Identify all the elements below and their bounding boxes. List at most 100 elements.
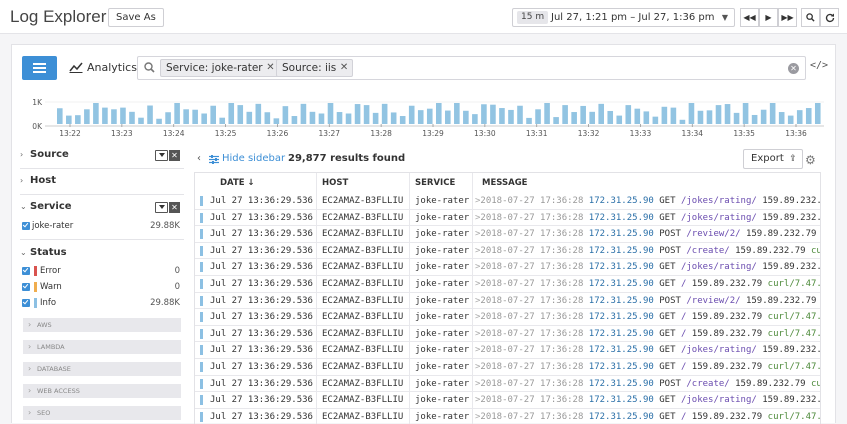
- histogram-bar[interactable]: [390, 112, 397, 124]
- histogram-bar[interactable]: [147, 105, 153, 124]
- histogram-bar[interactable]: [571, 112, 577, 124]
- histogram-bar[interactable]: [264, 112, 271, 124]
- fast-forward-button[interactable]: ▶▶: [778, 8, 797, 27]
- histogram-bar[interactable]: [291, 116, 298, 124]
- histogram-bar[interactable]: [760, 109, 767, 124]
- histogram-bar[interactable]: [129, 111, 135, 124]
- table-row[interactable]: Jul 27 13:36:29.536 EC2AMAZ-B3FLLIU joke-r…: [195, 409, 820, 424]
- table-row[interactable]: Jul 27 13:36:29.536 EC2AMAZ-B3FLLIU joke-r…: [195, 193, 820, 210]
- histogram-bar[interactable]: [535, 109, 541, 124]
- close-icon[interactable]: ✕: [340, 60, 348, 76]
- histogram-bar[interactable]: [490, 104, 496, 124]
- histogram-bar[interactable]: [706, 110, 713, 124]
- checkbox[interactable]: [22, 299, 30, 307]
- facet-value-joke-rater[interactable]: joke-rater 29.88K: [20, 219, 184, 233]
- histogram-bar[interactable]: [156, 118, 162, 124]
- histogram-bar[interactable]: [381, 103, 388, 124]
- checkbox[interactable]: [22, 283, 30, 291]
- facet-value-info[interactable]: Info 29.88K: [20, 296, 184, 310]
- histogram-bar[interactable]: [643, 111, 650, 124]
- histogram-bar[interactable]: [408, 105, 415, 124]
- histogram-bar[interactable]: [796, 110, 803, 124]
- histogram-bar[interactable]: [472, 114, 478, 124]
- histogram-bar[interactable]: [517, 105, 523, 124]
- table-row[interactable]: Jul 27 13:36:29.536 EC2AMAZ-B3FLLIU joke-r…: [195, 276, 820, 293]
- export-button[interactable]: Export ⇪: [743, 149, 803, 169]
- histogram-bar[interactable]: [481, 104, 487, 124]
- table-row[interactable]: Jul 27 13:36:29.536 EC2AMAZ-B3FLLIU joke-r…: [195, 376, 820, 393]
- analytics-button[interactable]: Analytics: [67, 56, 137, 80]
- histogram-bar[interactable]: [652, 116, 659, 124]
- list-view-button[interactable]: [22, 56, 57, 80]
- histogram-bar[interactable]: [616, 115, 623, 124]
- rewind-button[interactable]: ◀◀: [740, 8, 759, 27]
- histogram-bar[interactable]: [607, 110, 614, 124]
- histogram-bar[interactable]: [625, 105, 632, 124]
- zoom-out-button[interactable]: [801, 8, 820, 27]
- histogram-bar[interactable]: [282, 106, 289, 124]
- clear-search-icon[interactable]: ✕: [788, 63, 799, 74]
- histogram-bar[interactable]: [814, 103, 821, 124]
- histogram-bar[interactable]: [75, 115, 81, 124]
- histogram-bar[interactable]: [255, 103, 262, 124]
- histogram-bar[interactable]: [598, 103, 605, 124]
- histogram-bar[interactable]: [454, 103, 460, 124]
- histogram-bar[interactable]: [327, 103, 334, 124]
- histogram-bar[interactable]: [318, 113, 325, 125]
- histogram-bar[interactable]: [553, 117, 559, 124]
- search-input[interactable]: Service: joke-rater ✕ Source: iis ✕ ✕: [137, 56, 806, 80]
- histogram-bar[interactable]: [751, 114, 758, 124]
- filter-icon[interactable]: [155, 150, 168, 161]
- histogram-bar[interactable]: [544, 103, 550, 124]
- play-button[interactable]: ▶: [759, 8, 778, 27]
- histogram-bar[interactable]: [120, 107, 126, 124]
- histogram-bar[interactable]: [445, 110, 451, 124]
- histogram-bar[interactable]: [183, 109, 189, 124]
- histogram-bar[interactable]: [201, 113, 207, 125]
- histogram-bar[interactable]: [102, 107, 108, 124]
- facet-group-database[interactable]: DATABASE: [23, 362, 181, 376]
- filter-icon[interactable]: [155, 202, 168, 213]
- histogram-bar[interactable]: [66, 115, 72, 124]
- close-icon[interactable]: ✕: [266, 60, 274, 76]
- histogram-bar[interactable]: [210, 105, 216, 124]
- table-row[interactable]: Jul 27 13:36:29.536 EC2AMAZ-B3FLLIU joke-r…: [195, 226, 820, 243]
- table-row[interactable]: Jul 27 13:36:29.536 EC2AMAZ-B3FLLIU joke-r…: [195, 293, 820, 310]
- histogram-bar[interactable]: [399, 116, 406, 124]
- save-as-button[interactable]: Save As: [108, 8, 164, 27]
- histogram-bar[interactable]: [84, 109, 90, 124]
- close-icon[interactable]: ✕: [169, 150, 180, 161]
- facet-status[interactable]: ⌄ Status: [20, 243, 182, 263]
- facet-value-warn[interactable]: Warn 0: [20, 280, 184, 294]
- histogram-bar[interactable]: [589, 111, 595, 124]
- histogram-bar[interactable]: [192, 109, 198, 124]
- histogram-bar[interactable]: [273, 118, 280, 124]
- histogram-bar[interactable]: [57, 108, 63, 124]
- chevron-left-icon[interactable]: ‹: [197, 149, 201, 169]
- histogram-bar[interactable]: [670, 107, 677, 124]
- histogram-bar[interactable]: [724, 104, 731, 124]
- histogram-bar[interactable]: [733, 112, 740, 124]
- table-row[interactable]: Jul 27 13:36:29.536 EC2AMAZ-B3FLLIU joke-r…: [195, 342, 820, 359]
- code-view-button[interactable]: </>: [810, 60, 828, 71]
- histogram-bar[interactable]: [246, 111, 253, 124]
- facet-source[interactable]: › Source ✕: [20, 145, 182, 165]
- histogram-bar[interactable]: [336, 112, 343, 124]
- histogram-bar[interactable]: [679, 119, 686, 124]
- histogram-bar[interactable]: [309, 111, 316, 124]
- filter-tag-service[interactable]: Service: joke-rater ✕: [160, 59, 280, 77]
- histogram-bar[interactable]: [300, 103, 307, 124]
- histogram-bar[interactable]: [715, 105, 722, 124]
- histogram-bar[interactable]: [93, 103, 99, 124]
- histogram-bar[interactable]: [742, 103, 749, 124]
- column-header-host[interactable]: HOST: [322, 173, 348, 193]
- histogram-bar[interactable]: [354, 104, 361, 124]
- histogram-bar[interactable]: [219, 117, 226, 124]
- table-row[interactable]: Jul 27 13:36:29.536 EC2AMAZ-B3FLLIU joke-r…: [195, 326, 820, 343]
- facet-value-error[interactable]: Error 0: [20, 264, 184, 278]
- histogram-bar[interactable]: [499, 108, 505, 124]
- histogram-bar[interactable]: [688, 103, 695, 124]
- histogram-bar[interactable]: [562, 105, 568, 124]
- histogram-bar[interactable]: [435, 103, 442, 124]
- histogram-bar[interactable]: [697, 110, 704, 124]
